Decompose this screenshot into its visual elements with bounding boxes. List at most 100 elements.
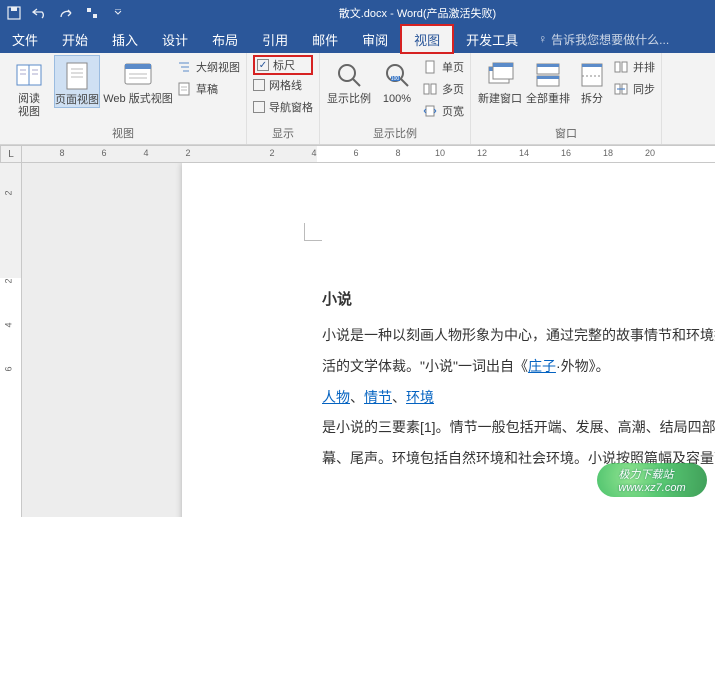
- read-mode-icon: [13, 59, 45, 91]
- ribbon-tabs: 文件 开始 插入 设计 布局 引用 邮件 审阅 视图 开发工具 ♀ 告诉我您想要…: [0, 25, 715, 53]
- doc-paragraph: 活的文学体裁。"小说"一词出自《庄子·外物》。: [322, 351, 715, 382]
- page-width-button[interactable]: 页宽: [422, 101, 464, 121]
- side-by-side-button[interactable]: 并排: [613, 57, 655, 77]
- ruler-tick: 10: [435, 148, 445, 158]
- quick-access-toolbar: [6, 5, 126, 21]
- title-bar: 散文.docx - Word(产品激活失败): [0, 0, 715, 25]
- tab-mailings[interactable]: 邮件: [300, 25, 350, 53]
- doc-paragraph: 人物、情节、环境: [322, 382, 715, 413]
- vertical-ruler[interactable]: 2 2 4 6: [0, 163, 22, 517]
- draft-view-button[interactable]: 草稿: [176, 79, 240, 99]
- tab-file[interactable]: 文件: [0, 25, 50, 53]
- ruler-tick: 4: [4, 322, 14, 327]
- new-window-icon: [484, 59, 516, 91]
- ruler-tick: 6: [101, 148, 106, 158]
- tab-home[interactable]: 开始: [50, 25, 100, 53]
- ruler-tick: 2: [4, 190, 14, 195]
- zoom-100-button[interactable]: 100 100%: [374, 55, 420, 106]
- page-width-icon: [422, 103, 438, 119]
- read-mode-button[interactable]: 阅读 视图: [6, 55, 52, 119]
- ribbon: 阅读 视图 页面视图 Web 版式视图 大纲视图 草稿 视图 ✓标尺 网格线 导…: [0, 53, 715, 145]
- checkbox-icon: [253, 101, 265, 113]
- ruler-tick: 16: [561, 148, 571, 158]
- group-zoom: 显示比例 100 100% 单页 多页 页宽 显示比例: [320, 53, 471, 144]
- tell-me-search[interactable]: ♀ 告诉我您想要做什么...: [530, 25, 669, 53]
- group-show: ✓标尺 网格线 导航窗格 显示: [247, 53, 320, 144]
- group-views: 阅读 视图 页面视图 Web 版式视图 大纲视图 草稿 视图: [0, 53, 247, 144]
- tab-review[interactable]: 审阅: [350, 25, 400, 53]
- ruler-tick: 18: [603, 148, 613, 158]
- outline-icon: [176, 59, 192, 75]
- group-window-label: 窗口: [477, 123, 655, 144]
- side-by-side-icon: [613, 59, 629, 75]
- one-page-icon: [422, 59, 438, 75]
- checkbox-icon: [253, 79, 265, 91]
- web-layout-icon: [122, 59, 154, 91]
- split-button[interactable]: 拆分: [573, 55, 611, 106]
- gridlines-checkbox[interactable]: 网格线: [253, 75, 313, 95]
- doc-paragraph: 小说是一种以刻画人物形象为中心，通过完整的故事情节和环境描写来: [322, 320, 715, 351]
- qat-dropdown-icon[interactable]: [110, 5, 126, 21]
- one-page-button[interactable]: 单页: [422, 57, 464, 77]
- ruler-corner[interactable]: L: [0, 145, 22, 163]
- horizontal-ruler[interactable]: 8 6 4 2 2 4 6 8 10 12 14 16 18 20: [22, 145, 715, 163]
- print-layout-icon: [61, 60, 93, 92]
- draft-icon: [176, 81, 192, 97]
- redo-icon[interactable]: [58, 5, 74, 21]
- ruler-tick: 4: [311, 148, 316, 158]
- group-zoom-label: 显示比例: [326, 123, 464, 144]
- ruler-tick: 20: [645, 148, 655, 158]
- new-window-button[interactable]: 新建窗口: [477, 55, 523, 106]
- magnifier-icon: [333, 59, 365, 91]
- save-icon[interactable]: [6, 5, 22, 21]
- tab-references[interactable]: 引用: [250, 25, 300, 53]
- tell-me-label: 告诉我您想要做什么...: [551, 31, 669, 48]
- ruler-tick: 12: [477, 148, 487, 158]
- navpane-checkbox[interactable]: 导航窗格: [253, 97, 313, 117]
- checkbox-checked-icon: ✓: [257, 59, 269, 71]
- ruler-tick: 14: [519, 148, 529, 158]
- ruler-tick: 8: [395, 148, 400, 158]
- ruler-tick: 2: [4, 278, 14, 283]
- link-zhuangzi[interactable]: 庄子: [528, 358, 556, 374]
- outline-view-button[interactable]: 大纲视图: [176, 57, 240, 77]
- lightbulb-icon: ♀: [538, 32, 547, 46]
- ruler-tick: 2: [269, 148, 274, 158]
- touch-mode-icon[interactable]: [84, 5, 100, 21]
- ruler-tick: 6: [353, 148, 358, 158]
- link-character[interactable]: 人物: [322, 389, 350, 405]
- tab-design[interactable]: 设计: [150, 25, 200, 53]
- sync-scroll-button[interactable]: 同步: [613, 79, 655, 99]
- sync-scroll-icon: [613, 81, 629, 97]
- tab-insert[interactable]: 插入: [100, 25, 150, 53]
- ruler-tick: 8: [59, 148, 64, 158]
- margin-corner-icon: [304, 223, 322, 241]
- doc-paragraph: 是小说的三要素[1]。情节一般包括开端、发展、高潮、结局四部分，: [322, 412, 715, 443]
- doc-heading: 小说: [322, 283, 715, 316]
- undo-icon[interactable]: [32, 5, 48, 21]
- link-environment[interactable]: 环境: [406, 389, 434, 405]
- ruler-checkbox[interactable]: ✓标尺: [253, 55, 313, 75]
- group-window: 新建窗口 全部重排 拆分 并排 同步 窗口: [471, 53, 662, 144]
- group-views-label: 视图: [6, 123, 240, 144]
- print-layout-button[interactable]: 页面视图: [54, 55, 100, 108]
- arrange-all-icon: [532, 59, 564, 91]
- ruler-tick: 2: [185, 148, 190, 158]
- tab-view[interactable]: 视图: [400, 24, 454, 54]
- link-plot[interactable]: 情节: [364, 389, 392, 405]
- web-layout-button[interactable]: Web 版式视图: [102, 55, 174, 106]
- ruler-tick: 6: [4, 366, 14, 371]
- ruler-tick: 4: [143, 148, 148, 158]
- split-icon: [576, 59, 608, 91]
- multi-page-icon: [422, 81, 438, 97]
- zoom-button[interactable]: 显示比例: [326, 55, 372, 106]
- arrange-all-button[interactable]: 全部重排: [525, 55, 571, 106]
- tab-developer[interactable]: 开发工具: [454, 25, 530, 53]
- multi-page-button[interactable]: 多页: [422, 79, 464, 99]
- svg-text:100: 100: [391, 76, 400, 82]
- group-show-label: 显示: [253, 123, 313, 144]
- zoom-100-icon: 100: [381, 59, 413, 91]
- watermark-logo: 极力下载站 www.xz7.com: [597, 463, 707, 497]
- tab-layout[interactable]: 布局: [200, 25, 250, 53]
- window-title: 散文.docx - Word(产品激活失败): [126, 5, 709, 21]
